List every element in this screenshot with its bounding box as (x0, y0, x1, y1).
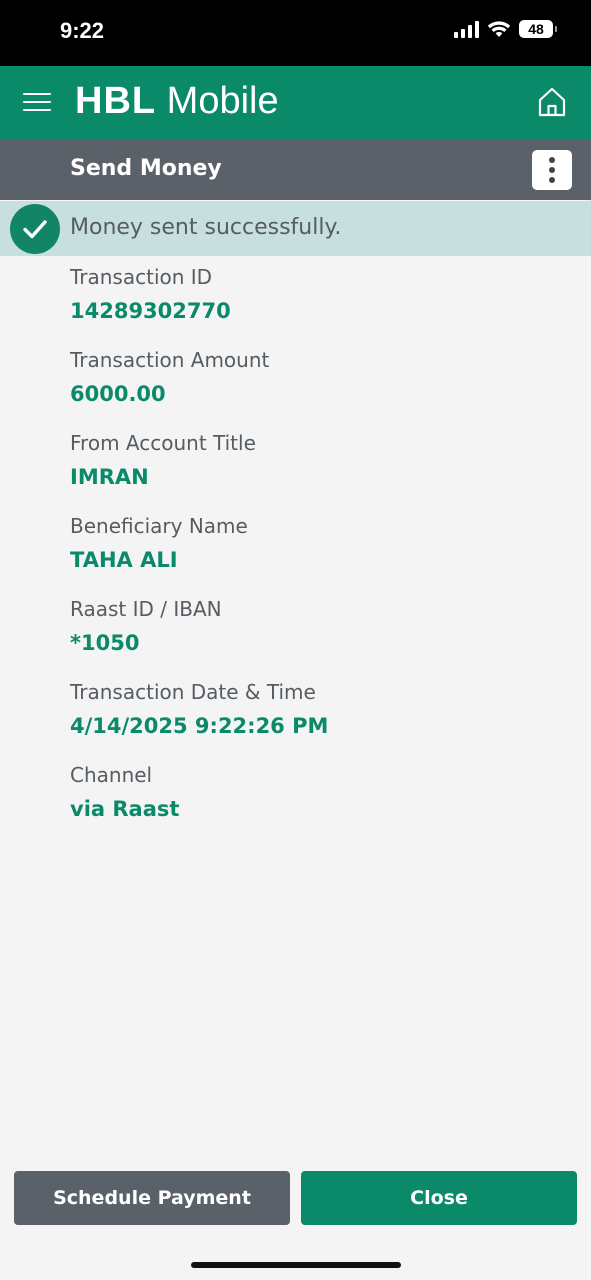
field-label: Raast ID / IBAN (70, 597, 222, 621)
field-value: 4/14/2025 9:22:26 PM (70, 714, 329, 738)
field-value: IMRAN (70, 465, 149, 489)
field-label: From Account Title (70, 431, 256, 455)
home-icon[interactable] (537, 86, 567, 118)
field-transaction-amount: Transaction Amount 6000.00 (70, 346, 570, 429)
transaction-details: Transaction ID 14289302770 Transaction A… (70, 263, 570, 844)
page-title: Send Money (70, 156, 222, 181)
brand-logo-hbl: HBL (75, 80, 157, 122)
field-value: *1050 (70, 631, 140, 655)
schedule-payment-button[interactable]: Schedule Payment (14, 1171, 290, 1225)
field-raast-id: Raast ID / IBAN *1050 (70, 595, 570, 678)
field-label: Transaction Date & Time (70, 680, 316, 704)
field-label: Transaction Amount (70, 348, 270, 372)
status-bar: 9:22 48 (0, 0, 591, 66)
check-circle-icon (10, 204, 60, 254)
field-transaction-id: Transaction ID 14289302770 (70, 263, 570, 346)
brand-logo-mobile: Mobile (156, 80, 279, 122)
success-message: Money sent successfully. (70, 215, 342, 240)
brand-logo: HBL Mobile (75, 80, 279, 123)
field-label: Beneficiary Name (70, 514, 248, 538)
field-label: Transaction ID (70, 265, 213, 289)
home-indicator[interactable] (191, 1262, 401, 1268)
field-value: via Raast (70, 797, 180, 821)
status-time: 9:22 (60, 18, 105, 43)
close-button[interactable]: Close (301, 1171, 577, 1225)
signal-icon (454, 20, 479, 38)
field-value: 6000.00 (70, 382, 166, 406)
field-value: 14289302770 (70, 299, 231, 323)
status-icons: 48 (454, 20, 557, 38)
success-banner: Money sent successfully. (0, 201, 591, 256)
app-bar: HBL Mobile (0, 66, 591, 140)
page-header: Send Money (0, 140, 591, 200)
wifi-icon (487, 21, 511, 37)
field-value: TAHA ALI (70, 548, 178, 572)
field-label: Channel (70, 763, 153, 787)
field-beneficiary-name: Beneficiary Name TAHA ALI (70, 512, 570, 595)
menu-icon[interactable] (23, 93, 51, 113)
field-channel: Channel via Raast (70, 761, 570, 844)
field-transaction-datetime: Transaction Date & Time 4/14/2025 9:22:2… (70, 678, 570, 761)
field-from-account-title: From Account Title IMRAN (70, 429, 570, 512)
battery-level: 48 (528, 21, 544, 37)
more-vertical-icon[interactable] (532, 150, 572, 190)
battery-icon: 48 (519, 20, 557, 38)
